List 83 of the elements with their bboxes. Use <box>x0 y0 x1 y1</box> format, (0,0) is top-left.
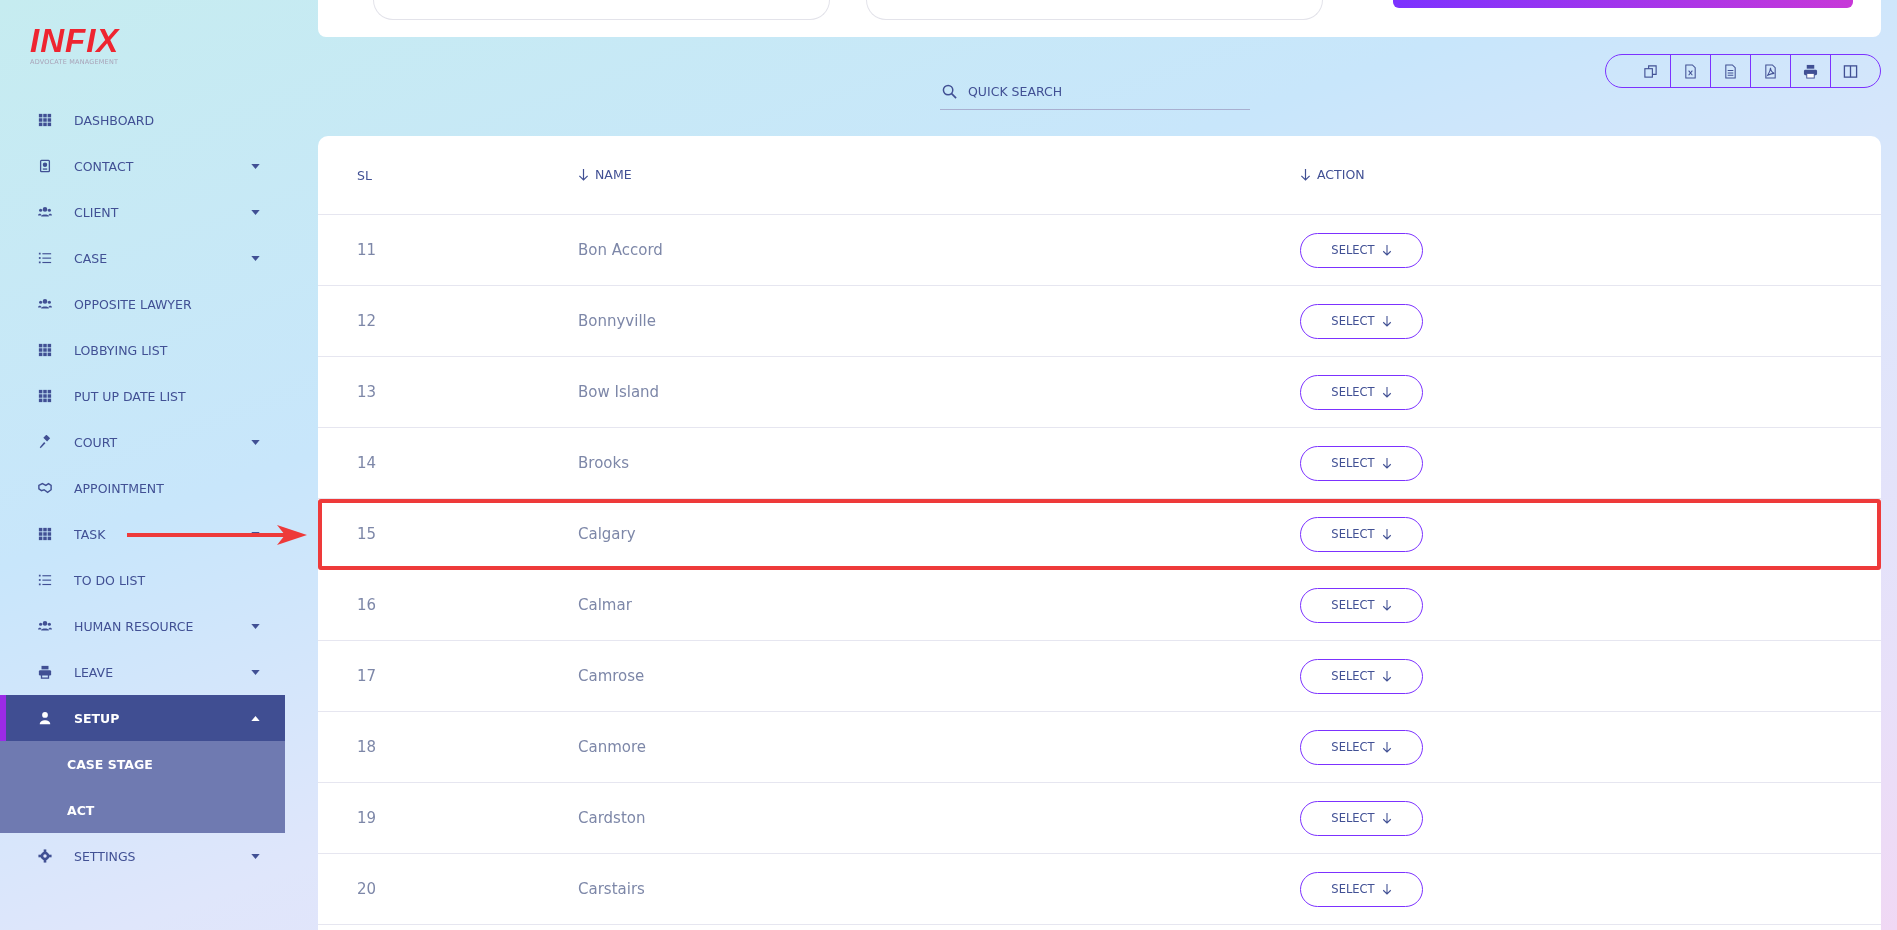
arrow-down-icon <box>1381 599 1392 611</box>
table-cell: Carstairs <box>578 880 645 898</box>
excel-icon <box>1683 63 1698 79</box>
pdf-icon <box>1763 63 1778 79</box>
sidebar-item[interactable]: CONTACT <box>0 143 285 189</box>
user-icon <box>38 711 52 725</box>
table-cell: Camrose <box>578 667 645 685</box>
table-cell: 17 <box>357 667 377 685</box>
submenu-item[interactable]: CASE STAGE <box>0 741 285 787</box>
select-button[interactable]: SELECT <box>1300 729 1423 765</box>
arrow-down-icon <box>1381 528 1392 540</box>
select-button[interactable]: SELECT <box>1300 303 1423 339</box>
table-cell: 16 <box>357 596 377 614</box>
arrow-down-icon <box>1381 670 1392 682</box>
table-cell: Bon Accord <box>578 241 663 259</box>
users-icon <box>38 205 52 219</box>
sidebar-item[interactable]: TO DO LIST <box>0 557 285 603</box>
select-button[interactable]: SELECT <box>1300 871 1423 907</box>
doc-icon <box>1723 63 1738 79</box>
arrow-down-icon <box>1381 386 1392 398</box>
select-button[interactable]: SELECT <box>1300 800 1423 836</box>
select-button[interactable]: SELECT <box>1300 374 1423 410</box>
column-header[interactable]: ACTION <box>1300 166 1365 182</box>
table-cell: 18 <box>357 738 377 756</box>
table-cell: 20 <box>357 880 377 898</box>
table-cell: Bow Island <box>578 383 660 401</box>
sidebar-item[interactable]: LOBBYING LIST <box>0 327 285 373</box>
table-cell: Cardston <box>578 809 646 827</box>
table-cell: 14 <box>357 454 377 472</box>
list-icon <box>38 573 52 587</box>
copy-icon <box>1642 63 1658 79</box>
grid-icon <box>38 389 52 403</box>
grid-icon <box>38 113 52 127</box>
sidebar-item[interactable]: CLIENT <box>0 189 285 235</box>
search-field[interactable]: QUICK SEARCH <box>940 74 1250 110</box>
table-cell: 12 <box>357 312 377 330</box>
sidebar-item[interactable]: PUT UP DATE LIST <box>0 373 285 419</box>
table-cell: 19 <box>357 809 377 827</box>
logo-wordmark: INFIX <box>30 26 120 56</box>
column-header[interactable]: NAME <box>578 166 632 182</box>
users-icon <box>38 619 52 633</box>
arrow-down-icon <box>1381 883 1392 895</box>
sidebar-item[interactable]: SETTINGS <box>0 833 285 879</box>
submenu-item[interactable]: ACT <box>0 787 285 833</box>
table-cell: 15 <box>357 525 377 543</box>
arrow-down-icon <box>1381 741 1392 753</box>
sort-arrow-icon <box>578 167 589 181</box>
sidebar-item[interactable]: COURT <box>0 419 285 465</box>
sidebar-item[interactable]: SETUP <box>0 695 285 741</box>
columns-icon <box>1843 63 1858 79</box>
select-button[interactable]: SELECT <box>1300 587 1423 623</box>
arrow-down-icon <box>1381 244 1392 256</box>
table-cell: 11 <box>357 241 377 259</box>
search-icon <box>942 84 957 99</box>
arrow-down-icon <box>1381 457 1392 469</box>
sidebar-item[interactable]: APPOINTMENT <box>0 465 285 511</box>
sidebar-item[interactable]: OPPOSITE LAWYER <box>0 281 285 327</box>
select-button[interactable]: SELECT <box>1300 232 1423 268</box>
sidebar-item[interactable]: HUMAN RESOURCE <box>0 603 285 649</box>
table-cell: Calgary <box>578 525 636 543</box>
arrow-down-icon <box>1381 315 1392 327</box>
table-cell: 13 <box>357 383 377 401</box>
table-cell: Canmore <box>578 738 647 756</box>
table-cell: Brooks <box>578 454 629 472</box>
print-icon <box>1803 63 1818 79</box>
list-icon <box>38 251 52 265</box>
sidebar-item[interactable]: CASE <box>0 235 285 281</box>
table-cell: Bonnyville <box>578 312 656 330</box>
sidebar-item[interactable]: DASHBOARD <box>0 97 285 143</box>
grid-icon <box>38 527 52 541</box>
contact-icon <box>38 159 52 173</box>
printer-icon <box>38 665 52 679</box>
gavel-icon <box>38 435 52 449</box>
table-cell: Calmar <box>578 596 632 614</box>
sidebar-item[interactable]: LEAVE <box>0 649 285 695</box>
arrow-down-icon <box>1381 812 1392 824</box>
select-button[interactable]: SELECT <box>1300 445 1423 481</box>
sort-arrow-icon <box>1300 167 1311 181</box>
select-button[interactable]: SELECT <box>1300 658 1423 694</box>
column-header[interactable]: SL <box>357 167 372 183</box>
users-icon <box>38 297 52 311</box>
select-button[interactable]: SELECT <box>1300 516 1423 552</box>
grid-icon <box>38 343 52 357</box>
